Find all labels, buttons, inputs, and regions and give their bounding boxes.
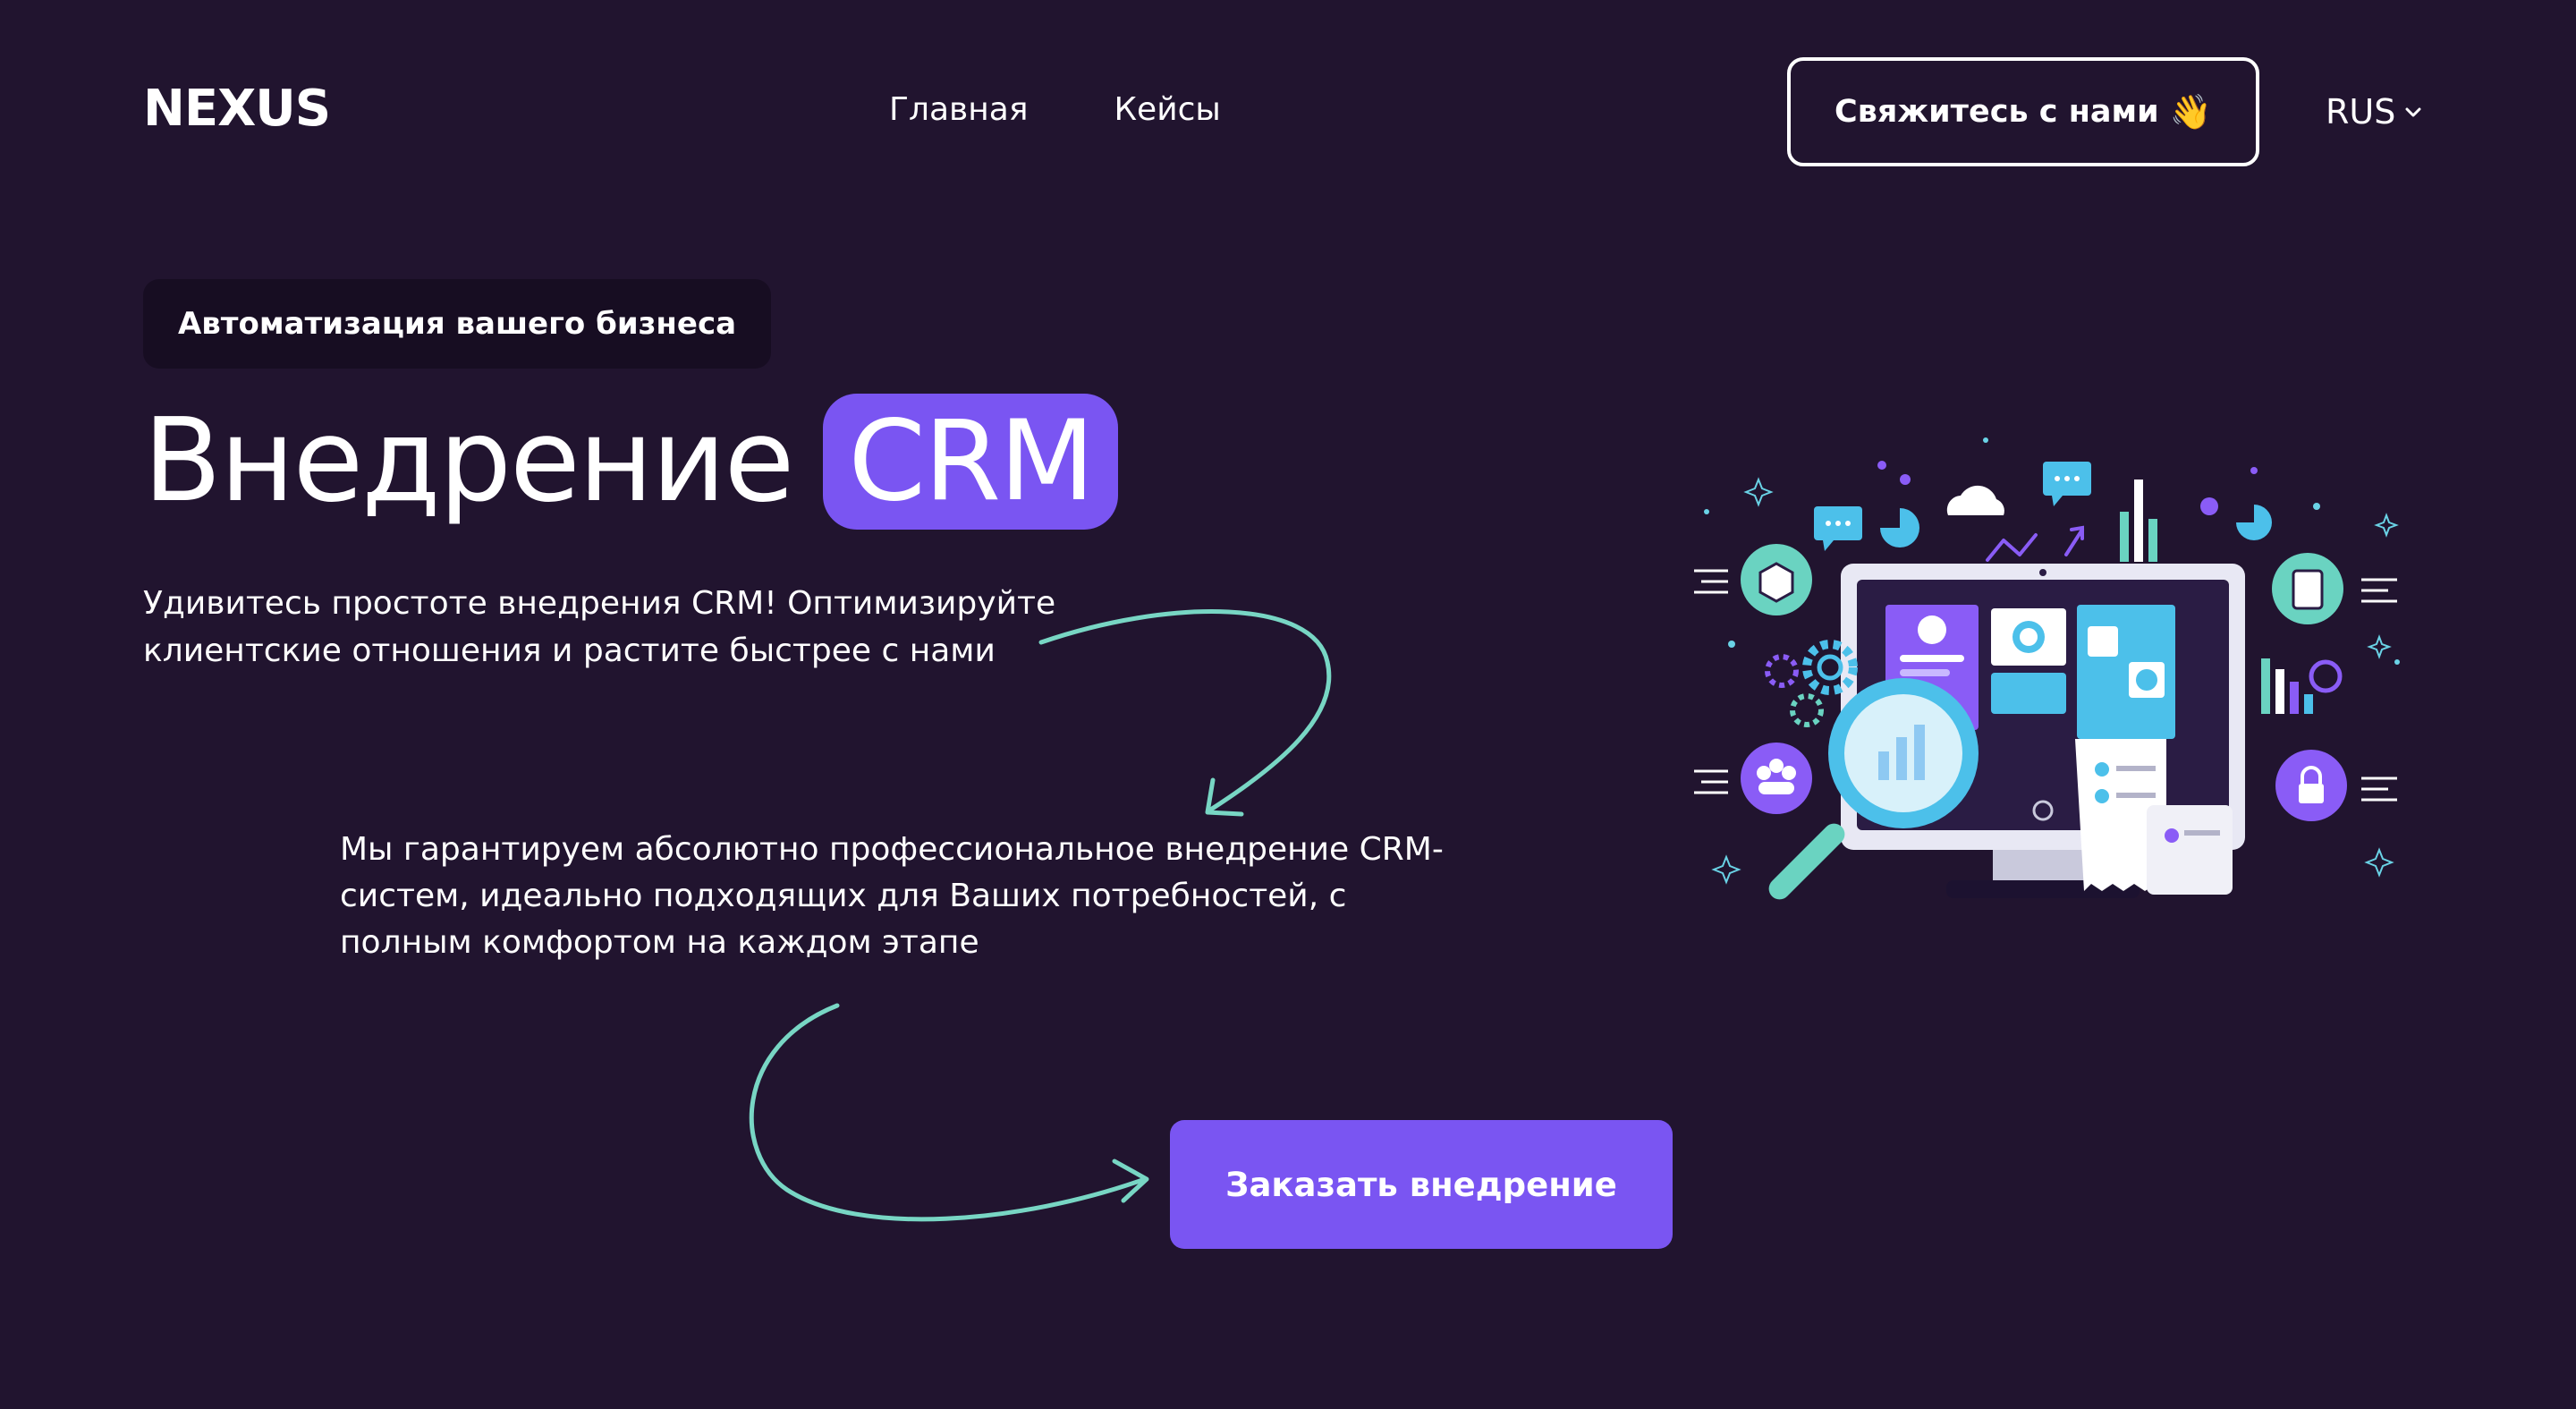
language-selector[interactable]: RUS (2326, 89, 2422, 134)
language-label: RUS (2326, 92, 2396, 132)
hero-title-highlight: CRM (823, 394, 1119, 530)
chevron-down-icon (2405, 107, 2421, 117)
order-implementation-button[interactable]: Заказать внедрение (1170, 1120, 1673, 1249)
main-nav: Главная Кейсы (889, 88, 1221, 132)
nav-link-cases[interactable]: Кейсы (1114, 88, 1221, 132)
nav-link-home[interactable]: Главная (889, 88, 1029, 132)
landing-page: NEXUS Главная Кейсы Свяжитесь с нами 👋 R… (0, 0, 2576, 1409)
crm-dashboard-illustration (1694, 437, 2400, 900)
hero-tag: Автоматизация вашего бизнеса (143, 279, 771, 369)
hero-title-word: Внедрение (143, 395, 794, 528)
contact-button[interactable]: Свяжитесь с нами 👋 (1787, 57, 2259, 166)
hero-description-1: Удивитесь простоте внедрения CRM! Оптими… (143, 585, 1056, 669)
hero-title: Внедрение CRM (143, 390, 1119, 533)
logo[interactable]: NEXUS (143, 79, 331, 140)
hero-description-2: Мы гарантируем абсолютно профессионально… (340, 831, 1444, 961)
waving-hand-icon: 👋 (2169, 92, 2212, 132)
contact-button-label: Свяжитесь с нами (1835, 94, 2159, 130)
